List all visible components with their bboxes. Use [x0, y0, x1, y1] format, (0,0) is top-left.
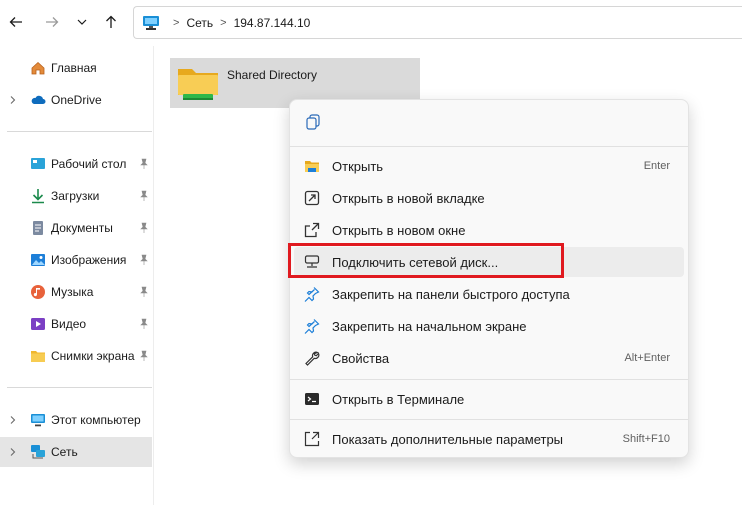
menu-item-label: Открыть в новой вкладке [332, 191, 485, 206]
arrow-left-icon [9, 17, 22, 27]
sidebar-item-desktop[interactable]: Рабочий стол [0, 149, 152, 179]
pictures-icon [31, 254, 45, 266]
sidebar-item-label: OneDrive [51, 93, 102, 107]
menu-separator [290, 146, 688, 147]
menu-item-label: Открыть [332, 159, 384, 174]
menu-item-pin-start[interactable]: Закрепить на начальном экране [294, 311, 684, 341]
sidebar-divider [7, 387, 152, 388]
menu-item-label: Закрепить на начальном экране [332, 319, 527, 334]
properties-wrench-icon [305, 351, 320, 366]
pin-quick-access-icon [304, 287, 320, 302]
chevron-right-icon[interactable] [8, 447, 18, 457]
pin-icon[interactable] [138, 190, 150, 202]
pin-icon[interactable] [138, 158, 150, 170]
network-computer-icon [143, 15, 159, 30]
menu-separator [290, 379, 688, 380]
forward-button[interactable] [38, 8, 66, 36]
pin-icon[interactable] [138, 254, 150, 266]
desktop-icon [31, 158, 45, 169]
navigation-toolbar: > Сеть > 194.87.144.10 [0, 0, 742, 46]
sidebar-item-network[interactable]: Сеть [0, 437, 152, 467]
sidebar-item-label: Музыка [51, 285, 94, 299]
menu-item-pin-quick-access[interactable]: Закрепить на панели быстрого доступа [294, 279, 684, 309]
menu-item-label: Открыть в Терминале [332, 392, 465, 407]
music-icon [31, 285, 45, 299]
copy-icon[interactable] [304, 113, 322, 131]
up-button[interactable] [97, 8, 125, 36]
documents-icon [33, 221, 43, 235]
breadcrumb-separator-icon: > [173, 16, 180, 29]
menu-item-shortcut: Alt+Enter [624, 352, 670, 364]
menu-item-label: Показать дополнительные параметры [332, 432, 564, 447]
highlight-annotation [288, 243, 564, 278]
menu-item-shortcut: Enter [643, 160, 670, 172]
sidebar-item-this-pc[interactable]: Этот компьютер [0, 405, 152, 435]
menu-item-properties[interactable]: Свойства Alt+Enter [294, 343, 684, 373]
sidebar-item-label: Сеть [51, 445, 78, 459]
menu-item-label: Свойства [332, 351, 390, 366]
sidebar-item-videos[interactable]: Видео [0, 309, 152, 339]
open-new-tab-icon [304, 190, 320, 206]
sidebar-item-label: Документы [51, 221, 113, 235]
sidebar-item-onedrive[interactable]: OneDrive [0, 85, 152, 115]
chevron-right-icon[interactable] [8, 415, 18, 425]
breadcrumb-host[interactable]: 194.87.144.10 [234, 16, 311, 30]
pin-start-icon [304, 319, 320, 334]
network-icon [31, 445, 45, 459]
open-folder-icon [305, 161, 319, 172]
back-button[interactable] [2, 8, 30, 36]
sidebar-item-label: Снимки экрана [51, 349, 135, 363]
sidebar-item-label: Рабочий стол [51, 157, 127, 171]
sidebar-item-home[interactable]: Главная [0, 53, 152, 83]
address-bar[interactable]: > Сеть > 194.87.144.10 [133, 6, 742, 39]
onedrive-cloud-icon [31, 95, 46, 104]
sidebar-item-label: Видео [51, 317, 87, 331]
menu-item-shortcut: Shift+F10 [622, 433, 670, 445]
sidebar-item-screenshots[interactable]: Снимки экрана [0, 341, 152, 371]
pin-icon[interactable] [138, 318, 150, 330]
sidebar-item-pictures[interactable]: Изображения [0, 245, 152, 275]
home-icon [31, 61, 45, 75]
pin-icon[interactable] [138, 222, 150, 234]
screenshots-folder-icon [31, 351, 45, 362]
sidebar-item-music[interactable]: Музыка [0, 277, 152, 307]
menu-item-open-new-tab[interactable]: Открыть в новой вкладке [294, 183, 684, 213]
pin-icon[interactable] [138, 350, 150, 362]
chevron-down-icon [77, 19, 87, 25]
menu-item-show-more-options[interactable]: Показать дополнительные параметры Shift+… [294, 424, 684, 454]
arrow-right-icon [46, 17, 59, 27]
menu-separator [290, 419, 688, 420]
this-pc-icon [31, 414, 45, 427]
menu-item-label: Открыть в новом окне [332, 223, 466, 238]
file-item-name: Shared Directory [227, 68, 318, 82]
arrow-up-icon [106, 15, 116, 28]
videos-icon [31, 318, 45, 330]
breadcrumb-separator-icon: > [220, 16, 227, 29]
navigation-pane: Главная OneDrive Рабочий стол Загрузки Д… [0, 46, 154, 505]
menu-item-open-in-terminal[interactable]: Открыть в Терминале [294, 384, 684, 414]
menu-item-label: Закрепить на панели быстрого доступа [332, 287, 570, 302]
recent-locations-button[interactable] [68, 8, 96, 36]
more-options-icon [304, 431, 320, 447]
downloads-icon [32, 189, 44, 204]
breadcrumb-network[interactable]: Сеть [186, 16, 213, 30]
pin-icon[interactable] [138, 286, 150, 298]
chevron-right-icon[interactable] [8, 95, 18, 105]
menu-item-open-new-window[interactable]: Открыть в новом окне [294, 215, 684, 245]
sidebar-item-downloads[interactable]: Загрузки [0, 181, 152, 211]
context-menu: Открыть Enter Открыть в новой вкладке От… [289, 99, 689, 458]
sidebar-item-label: Этот компьютер [51, 413, 141, 427]
network-share-folder-icon [178, 69, 218, 100]
terminal-icon [305, 393, 319, 405]
open-new-window-icon [304, 222, 320, 238]
sidebar-item-label: Изображения [51, 253, 127, 267]
sidebar-divider [7, 131, 152, 132]
sidebar-item-label: Главная [51, 61, 97, 75]
sidebar-item-label: Загрузки [51, 189, 100, 203]
menu-item-open[interactable]: Открыть Enter [294, 151, 684, 181]
sidebar-item-documents[interactable]: Документы [0, 213, 152, 243]
